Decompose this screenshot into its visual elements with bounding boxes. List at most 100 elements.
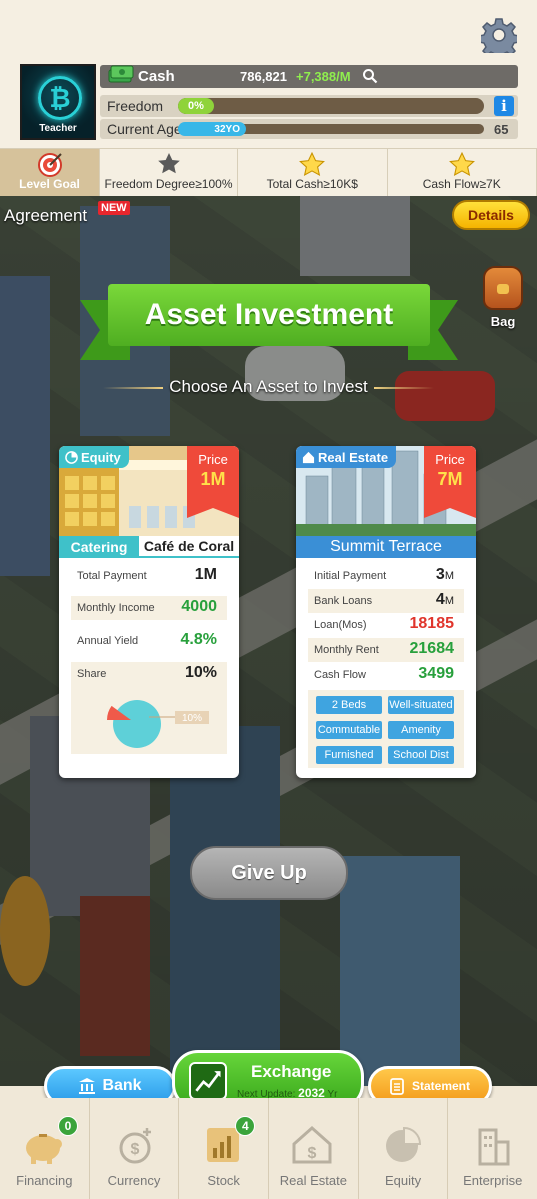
- bank-label: Bank: [102, 1077, 142, 1094]
- row-value: 4M: [435, 591, 454, 608]
- avatar-role: Teacher: [39, 123, 77, 134]
- row-label: Bank Loans: [314, 595, 373, 607]
- equity-asset-card[interactable]: Equity Price 1M Catering Café de Coral T…: [59, 446, 239, 778]
- statement-label: Statement: [411, 1079, 470, 1093]
- equity-row-annual-yield: Annual Yield 4.8%: [71, 629, 227, 653]
- nav-label: Enterprise: [463, 1173, 523, 1188]
- age-label: Current Age: [107, 121, 182, 137]
- badge: 0: [58, 1116, 78, 1136]
- row-label: Initial Payment: [314, 570, 387, 582]
- goal-label: Cash Flow≥7K: [422, 177, 501, 191]
- building-icon: $: [292, 1125, 332, 1164]
- magnifier-icon[interactable]: [362, 68, 378, 84]
- freedom-label: Freedom: [107, 98, 164, 114]
- star-icon: [448, 152, 475, 177]
- nav-label: Stock: [207, 1173, 240, 1188]
- exchange-title: Exchange: [251, 1062, 332, 1081]
- coins-icon: $: [119, 1128, 151, 1164]
- nav-label: Real Estate: [279, 1173, 347, 1188]
- nav-real-estate[interactable]: $ Real Estate: [269, 1098, 359, 1199]
- price-label: Price: [198, 452, 228, 467]
- feature-tag: Well-situated: [388, 696, 454, 714]
- real-estate-tag-label: Real Estate: [318, 449, 389, 465]
- row-value: 21684: [409, 640, 455, 657]
- feature-tag: 2 Beds: [316, 696, 382, 714]
- nav-label: Currency: [107, 1173, 161, 1188]
- bank-icon: [79, 1078, 96, 1094]
- goal-total-cash[interactable]: Total Cash≥10K$: [238, 149, 388, 196]
- goal-cash-flow[interactable]: Cash Flow≥7K: [388, 149, 537, 196]
- svg-text:$: $: [308, 1145, 317, 1162]
- trend-chart-icon: [189, 1062, 227, 1100]
- re-row-initial-payment: Initial Payment 3M: [308, 564, 464, 588]
- nav-label: Financing: [16, 1173, 73, 1188]
- equity-row-total-payment: Total Payment 1M: [71, 564, 227, 588]
- goal-label: Total Cash≥10K$: [266, 177, 358, 191]
- agreement-link[interactable]: Agreement: [4, 206, 87, 226]
- re-row-cash-flow: Cash Flow 3499: [308, 663, 464, 687]
- equity-row-monthly-income: Monthly Income 4000: [71, 596, 227, 620]
- age-progress-bar: 32YO: [178, 122, 484, 136]
- goal-freedom-degree[interactable]: Freedom Degree≥100%: [100, 149, 238, 196]
- star-icon: [157, 153, 180, 174]
- nav-equity[interactable]: Equity: [359, 1098, 449, 1199]
- row-label: Monthly Rent: [314, 644, 379, 656]
- feature-tag: School Dist: [388, 746, 454, 764]
- info-button[interactable]: i: [494, 96, 514, 116]
- row-label: Annual Yield: [77, 635, 139, 647]
- goal-level[interactable]: Level Goal: [0, 149, 100, 196]
- skyscraper-icon: [478, 1128, 510, 1166]
- re-row-loan-mos: Loan(Mos) 18185: [308, 613, 464, 637]
- row-value: 1M: [194, 566, 217, 583]
- price-badge: Price 7M: [424, 446, 476, 518]
- nav-enterprise[interactable]: Enterprise: [448, 1098, 537, 1199]
- row-value: 3M: [435, 566, 454, 583]
- badge: 4: [235, 1116, 256, 1136]
- row-label: Loan(Mos): [314, 619, 367, 631]
- details-button[interactable]: Details: [452, 200, 530, 230]
- pie-label: 10%: [182, 713, 202, 724]
- nav-financing[interactable]: 0 Financing: [0, 1098, 90, 1199]
- asset-name: Summit Terrace: [296, 536, 476, 558]
- price-badge: Price 1M: [187, 446, 239, 518]
- nav-stock[interactable]: 4 Stock: [179, 1098, 270, 1199]
- feature-tag: Amenity: [388, 721, 454, 739]
- age-max: 65: [494, 122, 509, 137]
- age-progress-fill: 32YO: [178, 122, 246, 136]
- nav-label: Equity: [384, 1173, 422, 1188]
- price-value: 7M: [437, 469, 463, 489]
- bag-label: Bag: [490, 314, 516, 329]
- category-label: Catering: [59, 536, 139, 558]
- cash-rate: +7,388/M: [296, 69, 351, 84]
- real-estate-tag: Real Estate: [296, 446, 397, 468]
- price-label: Price: [435, 452, 465, 467]
- target-icon: [37, 153, 62, 177]
- row-label: Cash Flow: [314, 669, 366, 681]
- equity-tag-label: Equity: [81, 449, 121, 465]
- pie-chart-icon: [65, 450, 78, 464]
- row-value: 10%: [184, 664, 217, 681]
- pie-chart-icon: [386, 1126, 422, 1162]
- row-value: 4000: [181, 598, 217, 615]
- age-row: Current Age 32YO 65: [100, 119, 518, 139]
- star-icon: [299, 152, 326, 177]
- nav-currency[interactable]: $ Currency: [90, 1098, 180, 1199]
- give-up-button[interactable]: Give Up: [190, 846, 348, 900]
- bitcoin-icon: ₿: [38, 76, 82, 120]
- goal-label: Level Goal: [19, 177, 80, 191]
- divider: [373, 386, 434, 389]
- backpack-icon: [483, 266, 523, 310]
- subtitle-text: Choose An Asset to Invest: [169, 377, 368, 396]
- divider: [103, 386, 164, 389]
- page-title: Asset Investment: [108, 284, 430, 346]
- bag-button[interactable]: Bag: [478, 266, 528, 334]
- real-estate-asset-card[interactable]: Real Estate Price 7M Summit Terrace Init…: [296, 446, 476, 778]
- avatar[interactable]: ₿ Teacher: [20, 64, 96, 140]
- cash-stack-icon: [108, 65, 134, 83]
- row-label: Monthly Income: [77, 602, 155, 614]
- re-row-monthly-rent: Monthly Rent 21684: [308, 638, 464, 662]
- row-label: Total Payment: [77, 570, 147, 582]
- level-goals-bar: Level Goal Freedom Degree≥100% Total Cas…: [0, 148, 537, 196]
- settings-button[interactable]: [480, 16, 518, 54]
- share-pie-chart: 10%: [107, 700, 209, 748]
